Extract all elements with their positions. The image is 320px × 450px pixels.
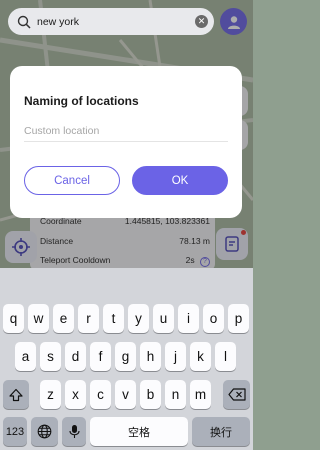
key-e[interactable]: e bbox=[53, 304, 74, 333]
key-n[interactable]: n bbox=[165, 380, 186, 409]
microphone-icon bbox=[68, 425, 80, 438]
search-input[interactable]: new york bbox=[37, 16, 195, 28]
key-b[interactable]: b bbox=[140, 380, 161, 409]
numbers-key[interactable]: 123 bbox=[3, 417, 27, 446]
key-w[interactable]: w bbox=[28, 304, 49, 333]
key-g[interactable]: g bbox=[115, 342, 136, 371]
naming-dialog: Naming of locations Cancel OK bbox=[10, 66, 242, 218]
globe-key[interactable] bbox=[31, 417, 58, 446]
shift-key[interactable] bbox=[3, 380, 29, 409]
cancel-button[interactable]: Cancel bbox=[24, 166, 120, 195]
key-x[interactable]: x bbox=[65, 380, 86, 409]
key-j[interactable]: j bbox=[165, 342, 186, 371]
key-y[interactable]: y bbox=[128, 304, 149, 333]
dialog-title: Naming of locations bbox=[24, 94, 139, 108]
return-key[interactable]: 换行 bbox=[192, 417, 250, 446]
key-s[interactable]: s bbox=[40, 342, 61, 371]
space-key[interactable]: 空格 bbox=[90, 417, 188, 446]
key-h[interactable]: h bbox=[140, 342, 161, 371]
key-m[interactable]: m bbox=[190, 380, 211, 409]
key-f[interactable]: f bbox=[90, 342, 111, 371]
keyboard: q w e r t y u i o p a s d f g h j k l z … bbox=[0, 268, 253, 450]
backspace-key[interactable] bbox=[223, 380, 250, 409]
location-name-input[interactable] bbox=[24, 120, 228, 142]
search-icon bbox=[17, 15, 31, 29]
dictation-key[interactable] bbox=[62, 417, 86, 446]
key-r[interactable]: r bbox=[78, 304, 99, 333]
shift-icon bbox=[9, 388, 23, 401]
key-a[interactable]: a bbox=[15, 342, 36, 371]
key-c[interactable]: c bbox=[90, 380, 111, 409]
globe-icon bbox=[37, 424, 52, 439]
key-d[interactable]: d bbox=[65, 342, 86, 371]
key-q[interactable]: q bbox=[3, 304, 24, 333]
key-p[interactable]: p bbox=[228, 304, 249, 333]
key-k[interactable]: k bbox=[190, 342, 211, 371]
backspace-icon bbox=[227, 388, 246, 401]
search-bar[interactable]: new york ✕ bbox=[8, 8, 214, 35]
key-v[interactable]: v bbox=[115, 380, 136, 409]
key-t[interactable]: t bbox=[103, 304, 124, 333]
key-l[interactable]: l bbox=[215, 342, 236, 371]
ok-button[interactable]: OK bbox=[132, 166, 228, 195]
key-u[interactable]: u bbox=[153, 304, 174, 333]
clear-icon[interactable]: ✕ bbox=[195, 15, 208, 28]
key-i[interactable]: i bbox=[178, 304, 199, 333]
key-o[interactable]: o bbox=[203, 304, 224, 333]
key-z[interactable]: z bbox=[40, 380, 61, 409]
